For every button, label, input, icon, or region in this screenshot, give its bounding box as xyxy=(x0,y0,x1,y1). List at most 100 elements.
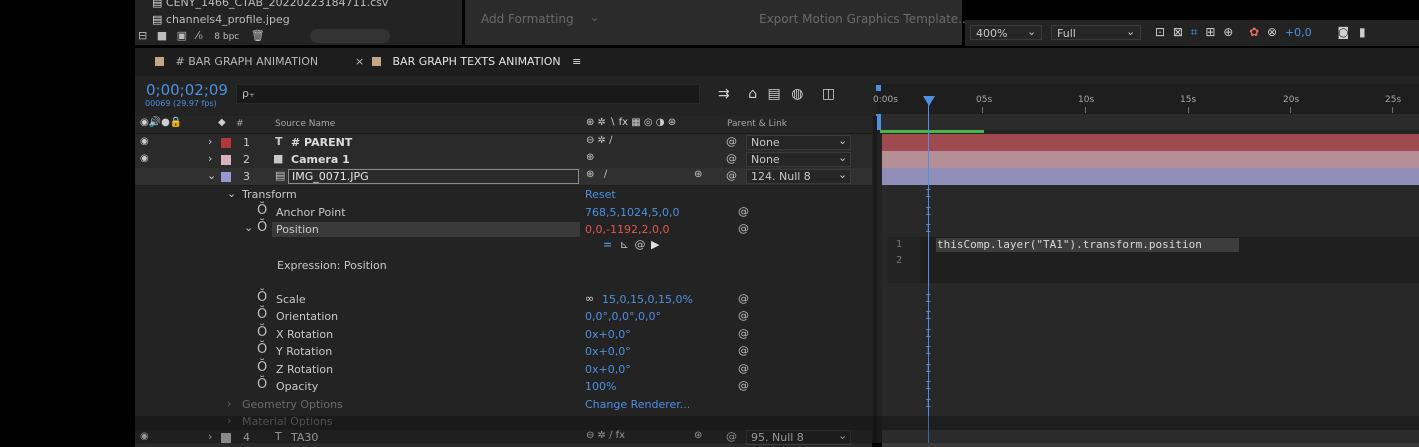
property-value[interactable]: 768,5,1024,5,0,0 xyxy=(585,206,679,219)
snapshot-icon[interactable]: ◙ xyxy=(1337,25,1349,39)
stopwatch-icon[interactable]: Ŏ xyxy=(257,290,267,305)
pick-whip-icon[interactable]: @ xyxy=(738,379,749,392)
region-of-interest-icon[interactable]: ⊡ xyxy=(1155,25,1165,39)
pick-whip-icon[interactable]: @ xyxy=(726,152,737,165)
project-file-item[interactable]: ▤ channels4_profile.jpeg xyxy=(152,13,290,26)
expression-code[interactable]: thisComp.layer("TA1").transform.position xyxy=(937,238,1202,251)
property-value[interactable]: 100% xyxy=(585,380,616,393)
property-value[interactable]: 15,0,15,0,15,0% xyxy=(602,293,693,306)
pick-whip-icon[interactable]: @ xyxy=(738,222,749,235)
stopwatch-icon[interactable]: Ŏ xyxy=(257,360,267,375)
expand-chevron-icon[interactable]: › xyxy=(208,152,212,165)
layer-bar-3[interactable] xyxy=(882,168,1419,185)
expression-graph-icon[interactable]: ⊾ xyxy=(620,238,629,251)
pick-whip-icon[interactable]: @ xyxy=(726,169,737,182)
stopwatch-icon[interactable]: Ŏ xyxy=(257,377,267,392)
layer-name[interactable]: IMG_0071.JPG xyxy=(292,170,369,183)
trash-icon[interactable]: 🗑 xyxy=(251,29,265,42)
pick-whip-icon[interactable]: @ xyxy=(738,205,749,218)
time-ruler[interactable] xyxy=(877,84,1419,114)
chevron-down-icon[interactable]: ⌄ xyxy=(590,11,599,24)
export-mgt-button[interactable]: Export Motion Graphics Template... xyxy=(759,12,970,26)
tab-bar-graph-animation[interactable]: # BAR GRAPH ANIMATION xyxy=(155,55,318,68)
geometry-options-label[interactable]: Geometry Options xyxy=(242,398,343,411)
panel-divider[interactable] xyxy=(873,116,877,443)
parent-dropdown[interactable]: None ⌄ xyxy=(746,134,851,150)
layer-switches[interactable]: ⊕ ∕ xyxy=(586,169,607,180)
expand-chevron-icon[interactable]: ⌄ xyxy=(207,169,216,182)
frame-blending-icon[interactable]: ▤ xyxy=(768,86,781,102)
interpret-footage-icon[interactable]: ⊟ xyxy=(138,29,147,42)
property-name[interactable]: Position xyxy=(276,223,319,236)
new-folder-icon[interactable]: ■ xyxy=(157,29,167,42)
stopwatch-icon[interactable]: Ŏ xyxy=(257,220,267,235)
pick-whip-icon[interactable]: @ xyxy=(726,135,737,148)
add-formatting-button[interactable]: Add Formatting xyxy=(481,12,574,26)
source-name-header[interactable]: Source Name xyxy=(275,119,335,129)
transform-reset-button[interactable]: Reset xyxy=(585,188,616,201)
parent-dropdown[interactable]: None ⌄ xyxy=(746,151,851,167)
stopwatch-icon[interactable]: Ŏ xyxy=(257,325,267,340)
layer-name[interactable]: # PARENT xyxy=(291,136,352,149)
exposure-value[interactable]: +0,0 xyxy=(1285,26,1312,39)
stopwatch-icon[interactable]: Ŏ xyxy=(257,342,267,357)
show-snapshot-icon[interactable]: ▮ xyxy=(1359,25,1366,39)
property-value[interactable]: 0,0°,0,0°,0,0° xyxy=(585,310,661,323)
color-management-icon[interactable]: ⊗ xyxy=(1267,25,1277,39)
expand-chevron-icon[interactable]: ⌄ xyxy=(244,221,253,234)
property-value[interactable]: 0,0,-1192,2,0,0 xyxy=(585,223,669,236)
layer-switches[interactable]: ⊕ xyxy=(586,152,594,163)
motion-blur-icon[interactable]: ◍ xyxy=(791,86,803,102)
tab-close-icon[interactable]: × xyxy=(355,55,364,68)
layer-search-input[interactable]: ρ₊ xyxy=(236,84,700,104)
current-timecode[interactable]: 0;00;02;09 xyxy=(146,81,228,99)
visibility-eye-icon[interactable]: ◉ xyxy=(140,136,149,147)
flowchart-icon[interactable]: ⁄₀ xyxy=(197,29,203,42)
safe-margins-icon[interactable]: ⊞ xyxy=(1205,25,1215,39)
tab-menu-icon[interactable]: ≡ xyxy=(572,55,581,68)
visibility-eye-icon[interactable]: ◉ xyxy=(140,153,149,164)
property-value[interactable]: 0x+0,0° xyxy=(585,363,631,376)
expression-pickwhip-icon[interactable]: @ xyxy=(634,238,645,251)
expand-chevron-icon[interactable]: › xyxy=(208,135,212,148)
grid-icon[interactable]: ⊕ xyxy=(1223,25,1233,39)
3d-layer-icon[interactable]: ⊛ xyxy=(694,169,702,180)
project-file-item[interactable]: ▤ CENY_1466_CTAB_20220223184711.csv xyxy=(152,0,388,9)
property-value[interactable]: 0x+0,0° xyxy=(585,345,631,358)
composition-flowchart-icon[interactable]: ⇉ xyxy=(718,86,730,102)
playhead-handle[interactable] xyxy=(923,96,935,106)
expression-language-menu-icon[interactable]: ▶ xyxy=(651,238,659,251)
label-color-swatch[interactable] xyxy=(221,138,231,148)
expand-chevron-icon[interactable]: ⌄ xyxy=(227,187,236,200)
pick-whip-icon[interactable]: @ xyxy=(738,292,749,305)
expand-chevron-icon[interactable]: › xyxy=(227,397,231,410)
layer-bar-2[interactable] xyxy=(882,151,1419,168)
stopwatch-icon[interactable]: Ŏ xyxy=(257,203,267,218)
resolution-dropdown[interactable]: Full ⌄ xyxy=(1051,25,1141,40)
stopwatch-icon[interactable]: Ŏ xyxy=(257,307,267,322)
bpc-label[interactable]: 8 bpc xyxy=(214,32,239,42)
layer-switches[interactable]: ⊖ ✲ ∕ xyxy=(586,135,612,146)
nav-start-handle[interactable] xyxy=(876,85,881,91)
layer-name[interactable]: Camera 1 xyxy=(291,153,350,166)
expression-enable-icon[interactable]: = xyxy=(603,238,612,251)
new-composition-icon[interactable]: ▣ xyxy=(177,29,187,42)
pick-whip-icon[interactable]: @ xyxy=(738,362,749,375)
mask-path-icon[interactable]: ⌗ xyxy=(1191,25,1198,39)
tab-bar-graph-texts-animation[interactable]: BAR GRAPH TEXTS ANIMATION ≡ xyxy=(372,55,581,68)
pick-whip-icon[interactable]: @ xyxy=(738,327,749,340)
transparency-grid-icon[interactable]: ⊠ xyxy=(1173,25,1183,39)
project-scrollbar[interactable] xyxy=(310,29,390,43)
pick-whip-icon[interactable]: @ xyxy=(738,309,749,322)
zoom-dropdown[interactable]: 400% ⌄ xyxy=(970,25,1042,40)
label-color-swatch[interactable] xyxy=(221,155,231,165)
property-value[interactable]: 0x+0,0° xyxy=(585,328,631,341)
layer-bar-1[interactable] xyxy=(882,134,1419,151)
channels-icon[interactable]: ✿ xyxy=(1249,25,1259,39)
graph-editor-icon[interactable]: ◫ xyxy=(822,86,835,102)
parent-dropdown[interactable]: 124. Null 8 ⌄ xyxy=(746,168,851,184)
label-color-swatch[interactable] xyxy=(221,172,231,182)
work-area-bar[interactable] xyxy=(877,114,1419,130)
pick-whip-icon[interactable]: @ xyxy=(738,344,749,357)
transform-group-label[interactable]: Transform xyxy=(242,188,297,201)
